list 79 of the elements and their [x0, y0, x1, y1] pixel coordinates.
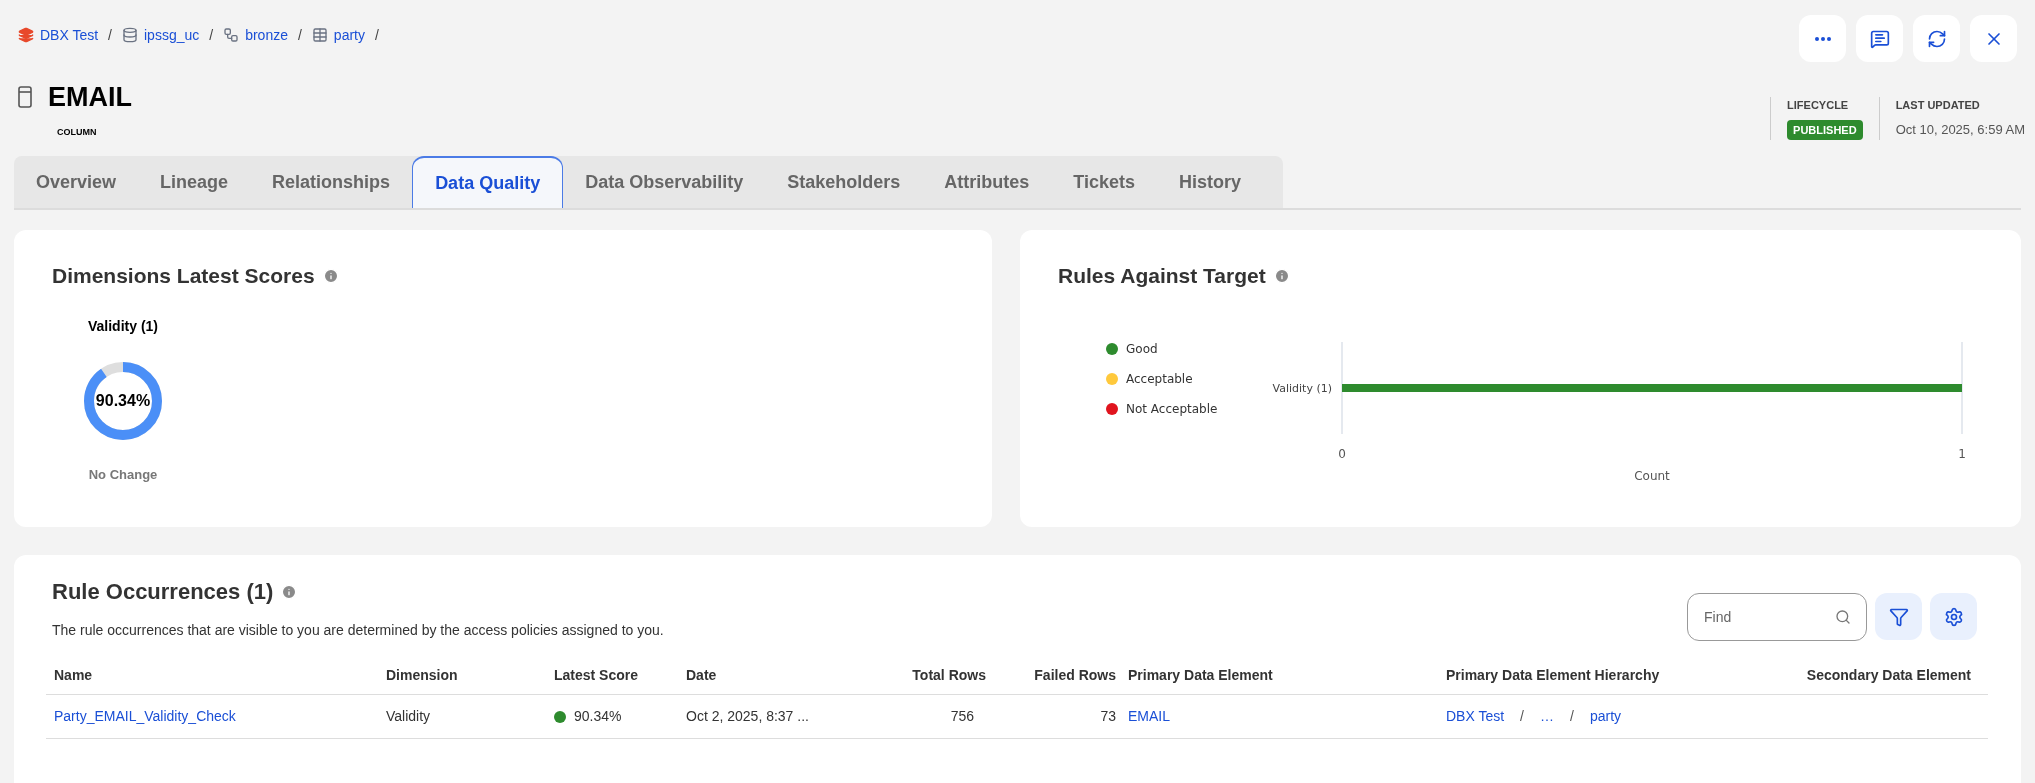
filter-icon	[1888, 606, 1909, 627]
hierarchy-link[interactable]: DBX Test	[1446, 706, 1505, 727]
comment-button[interactable]	[1856, 15, 1903, 62]
table-cell-text: 90.34%	[574, 707, 622, 726]
column-header: Primary Data Element	[1127, 666, 1274, 685]
column-header: Latest Score	[554, 666, 640, 685]
dimension-label: Validity (1)	[88, 316, 158, 336]
settings-button[interactable]	[1930, 593, 1977, 640]
breadcrumb-separator: /	[108, 25, 112, 45]
tab[interactable]: History	[1157, 156, 1263, 208]
tab[interactable]: Relationships	[250, 156, 413, 208]
search-icon	[1835, 609, 1851, 625]
more-icon	[1814, 36, 1831, 41]
table-cell-text: 73	[1099, 707, 1116, 726]
search-field[interactable]: Find	[1687, 593, 1867, 641]
info-icon[interactable]	[281, 583, 298, 600]
legend-label: Acceptable	[1126, 370, 1193, 388]
breadcrumb-link[interactable]: bronze	[245, 24, 288, 46]
database-icon	[122, 27, 138, 43]
breadcrumb-separator: /	[297, 25, 302, 45]
axis-title: Count	[1634, 468, 1670, 483]
refresh-icon	[1926, 28, 1947, 49]
hierarchy-link[interactable]: …	[1540, 706, 1554, 727]
category-label: Validity (1)	[1272, 381, 1332, 395]
score-change: No Change	[88, 465, 158, 484]
column-header: Date	[686, 666, 718, 685]
asset-title: EMAIL	[48, 81, 132, 114]
card-title: Rule Occurrences (1)	[52, 578, 274, 606]
breadcrumb-separator: /	[375, 25, 379, 45]
table-icon	[311, 27, 328, 43]
table-cell-text: Oct 2, 2025, 8:37 ...	[686, 707, 810, 726]
comment-icon	[1869, 28, 1890, 49]
score-value: 90.34%	[95, 390, 151, 411]
breadcrumb-link[interactable]: ipssg_uc	[144, 24, 200, 46]
column-header: Name	[54, 666, 94, 685]
last-updated-label: LAST UPDATED	[1895, 98, 1981, 113]
asset-type: COLUMN	[57, 125, 98, 139]
lifecycle-label: LIFECYCLE	[1787, 98, 1850, 113]
tab[interactable]: Tickets	[1051, 156, 1157, 208]
hierarchy-separator: /	[1570, 707, 1574, 726]
tab[interactable]: Overview	[14, 156, 139, 208]
refresh-button[interactable]	[1913, 15, 1960, 62]
close-button[interactable]	[1970, 15, 2017, 62]
card-description: The rule occurrences that are visible to you are determined by the access policies assigned to you.	[52, 621, 664, 640]
column-header: Primary Data Element Hierarchy	[1446, 666, 1661, 685]
hierarchy-separator: /	[1520, 707, 1524, 726]
legend-label: Not Acceptable	[1126, 400, 1218, 418]
card-title: Rules Against Target	[1058, 263, 1266, 289]
breadcrumb-link[interactable]: party	[333, 24, 365, 46]
tab[interactable]: Data Quality	[412, 156, 564, 208]
breadcrumb-link[interactable]: DBX Test	[40, 24, 99, 46]
tick-label: 1	[1958, 446, 1966, 461]
tab[interactable]: Stakeholders	[765, 156, 923, 208]
schema-icon	[223, 27, 240, 43]
column-header: Total Rows	[911, 666, 986, 685]
tab[interactable]: Data Observability	[563, 156, 766, 208]
tick-label: 0	[1338, 446, 1346, 461]
hierarchy-link[interactable]: party	[1589, 706, 1621, 727]
last-updated-value: Oct 10, 2025, 6:59 AM	[1895, 120, 2025, 139]
column-header: Failed Rows	[1033, 666, 1116, 685]
tab[interactable]: Attributes	[922, 156, 1052, 208]
rule-link[interactable]: Party_EMAIL_Validity_Check	[54, 708, 236, 724]
breadcrumb-separator: /	[209, 25, 214, 45]
status-badge: PUBLISHED	[1787, 119, 1863, 140]
settings-icon	[1943, 606, 1964, 627]
info-icon[interactable]	[322, 267, 339, 284]
legend-label: Good	[1126, 340, 1158, 358]
info-icon[interactable]	[1273, 267, 1290, 284]
element-link[interactable]: EMAIL	[1128, 708, 1170, 724]
card-title: Dimensions Latest Scores	[52, 263, 315, 289]
column-header: Secondary Data Element	[1805, 666, 1971, 685]
column-icon	[18, 86, 32, 109]
layers-icon	[18, 27, 34, 43]
tab[interactable]: Lineage	[138, 156, 251, 208]
table-cell-text: Validity	[386, 707, 432, 726]
column-header: Dimension	[386, 666, 459, 685]
filter-button[interactable]	[1875, 593, 1922, 640]
table-cell-text: 756	[949, 707, 975, 726]
more-button[interactable]	[1799, 15, 1846, 62]
